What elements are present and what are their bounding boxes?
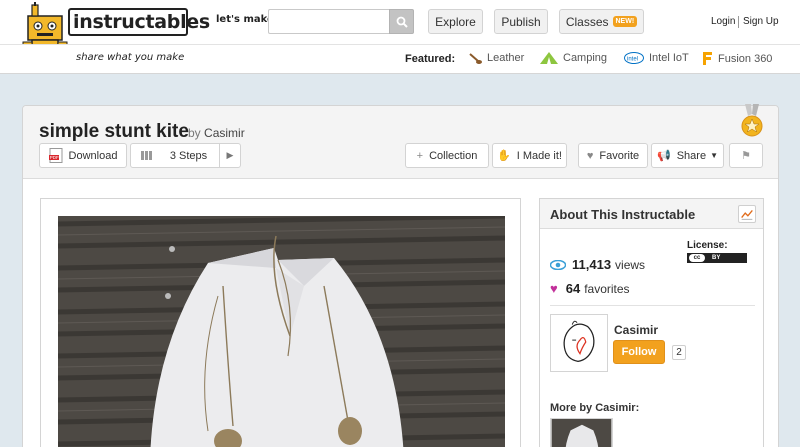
download-label: Download [68,149,118,162]
favorites-label: favorites [584,281,630,296]
login-link[interactable]: Login [711,16,735,27]
intel-icon: intel [624,52,644,64]
plus-icon: + [416,149,424,162]
hand-icon: ✋ [497,150,511,162]
stats-chart-icon[interactable] [738,205,756,223]
auth-divider [738,16,739,28]
more-by-thumbnail[interactable] [550,418,613,447]
share-label: Share [676,149,707,162]
report-flag-button[interactable]: ⚑ [729,143,763,168]
site-logo[interactable]: instructables [68,8,210,36]
caret-down-icon: ▼ [710,151,718,160]
search-input[interactable] [268,9,389,34]
heart-icon: ♥ [586,149,594,162]
project-header: simple stunt kite by Casimir PDF Downloa… [23,104,778,179]
author-link[interactable]: Casimir [204,126,245,140]
featured-item-label: Camping [563,52,608,64]
svg-text:intel: intel [627,57,638,63]
collection-label: Collection [429,149,478,162]
featured-item-leather[interactable]: Leather [468,52,524,64]
main-image-frame [40,198,521,447]
favorites-count: 64 [565,281,581,296]
views-stat: 11,413 views [550,257,645,272]
share-button[interactable]: 📢 Share ▼ [651,143,724,168]
featured-medal-icon [741,104,763,137]
project-card: simple stunt kite by Casimir PDF Downloa… [22,104,779,447]
nav-publish-button[interactable]: Publish [494,9,548,34]
nav-classes-button[interactable]: Classes NEW! [559,9,644,34]
nav-explore-button[interactable]: Explore [428,9,483,34]
steps-button[interactable]: 3 Steps ▶ [130,143,241,168]
download-button[interactable]: PDF Download [39,143,127,168]
page-title: simple stunt kite [39,121,189,142]
featured-item-fusion-360[interactable]: Fusion 360 [703,52,772,65]
flag-icon: ⚑ [741,150,751,162]
megaphone-icon: 📢 [657,150,671,162]
favorites-stat: ♥ 64 favorites [550,281,630,296]
author-avatar[interactable] [550,314,608,372]
top-header: instructables let's make Explore Publish… [0,0,800,70]
follower-count: 2 [672,345,686,360]
pdf-icon: PDF [48,148,63,163]
eye-icon [550,259,566,270]
byline-prefix: by [188,126,201,140]
featured-label: Featured: [405,53,456,65]
featured-item-intel-iot[interactable]: intel Intel IoT [624,52,689,64]
divider [550,305,755,306]
search-icon [396,16,408,28]
about-title: About This Instructable [550,207,696,222]
new-badge: NEW! [612,16,638,27]
featured-item-label: Intel IoT [649,52,689,64]
featured-item-camping[interactable]: Camping [540,52,607,64]
cc-icon: cc [689,254,705,262]
heart-icon: ♥ [550,281,558,296]
chevron-right-icon: ▶ [219,144,240,167]
made-it-label: I Made it! [516,149,562,162]
views-count: 11,413 [572,257,612,272]
byline: by Casimir [188,126,245,140]
featured-item-label: Fusion 360 [718,52,773,65]
search-button[interactable] [389,9,414,34]
favorite-label: Favorite [599,149,640,162]
kite-photo[interactable] [58,216,505,447]
favorite-button[interactable]: ♥ Favorite [578,143,648,168]
leather-icon [469,53,482,64]
follow-button[interactable]: Follow [613,340,665,364]
author-name[interactable]: Casimir [614,323,658,337]
i-made-it-button[interactable]: ✋ I Made it! [492,143,567,168]
tent-icon [540,52,558,64]
search-label: let's make [216,14,274,25]
about-panel: About This Instructable 11,413 views ♥ 6… [539,198,764,447]
more-by-heading: More by Casimir: [550,402,640,414]
cc-license-badge[interactable]: cc BY [687,253,747,263]
views-label: views [615,257,646,272]
add-to-collection-button[interactable]: + Collection [405,143,489,168]
steps-label: 3 Steps [169,149,208,162]
fusion-icon [703,52,712,65]
nav-classes-label: Classes [565,14,609,29]
svg-text:PDF: PDF [49,155,58,160]
about-header: About This Instructable [540,199,763,229]
featured-item-label: Leather [487,52,525,64]
license-label: License: [687,240,728,251]
tagline: share what you make [76,52,185,63]
grid-icon [141,151,152,160]
signup-link[interactable]: Sign Up [743,16,779,27]
cc-by-label: BY [712,255,721,261]
